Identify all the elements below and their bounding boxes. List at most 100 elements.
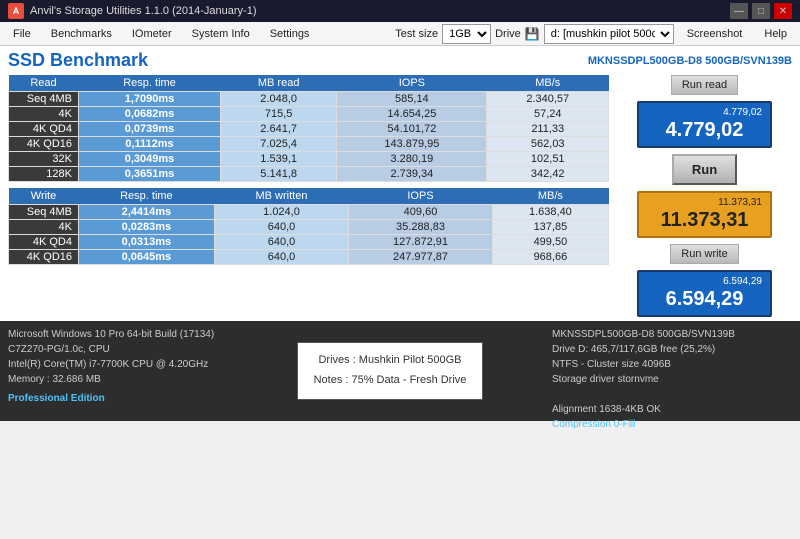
read-iops: 3.280,19 bbox=[337, 152, 487, 167]
write-table: Write Resp. time MB written IOPS MB/s Se… bbox=[8, 188, 609, 265]
run-read-button[interactable]: Run read bbox=[671, 75, 738, 95]
read-iops: 143.879,95 bbox=[337, 137, 487, 152]
write-row-label: 4K QD4 bbox=[9, 235, 79, 250]
menu-benchmarks[interactable]: Benchmarks bbox=[42, 25, 121, 43]
menu-iometer[interactable]: IOmeter bbox=[123, 25, 181, 43]
write-resp: 0,0313ms bbox=[79, 235, 215, 250]
read-score-box: 4.779,02 4.779,02 bbox=[637, 101, 772, 148]
run-button[interactable]: Run bbox=[672, 154, 737, 185]
write-iops: 247.977,87 bbox=[349, 250, 493, 265]
write-mb: 640,0 bbox=[214, 250, 348, 265]
write-iops: 127.872,91 bbox=[349, 235, 493, 250]
read-resp: 0,0739ms bbox=[79, 122, 221, 137]
read-iops: 2.739,34 bbox=[337, 167, 487, 182]
read-score-big: 4.779,02 bbox=[647, 118, 762, 142]
drive-icon: 💾 bbox=[525, 27, 540, 41]
read-iops-header: IOPS bbox=[337, 75, 487, 92]
read-mbs: 2.340,57 bbox=[487, 92, 609, 107]
status-drive-space: Drive D: 465,7/117,6GB free (25,2%) bbox=[552, 342, 792, 357]
status-cpu: Intel(R) Core(TM) i7-7700K CPU @ 4.20GHz bbox=[8, 357, 228, 372]
status-center: Drives : Mushkin Pilot 500GB Notes : 75%… bbox=[228, 327, 552, 415]
read-row-label: Seq 4MB bbox=[9, 92, 79, 107]
pro-edition-label: Professional Edition bbox=[8, 391, 228, 406]
menu-file[interactable]: File bbox=[4, 25, 40, 43]
minimize-button[interactable]: — bbox=[730, 3, 748, 19]
write-mbs-header: MB/s bbox=[492, 188, 608, 205]
read-resp: 0,3049ms bbox=[79, 152, 221, 167]
drives-line2: Notes : 75% Data - Fresh Drive bbox=[314, 371, 467, 391]
write-mb-header: MB written bbox=[214, 188, 348, 205]
menu-screenshot[interactable]: Screenshot bbox=[678, 25, 752, 43]
total-score-big: 11.373,31 bbox=[647, 208, 762, 232]
status-blank bbox=[552, 387, 792, 402]
write-iops-header: IOPS bbox=[349, 188, 493, 205]
write-col-header: Write bbox=[9, 188, 79, 205]
read-mbs: 342,42 bbox=[487, 167, 609, 182]
read-iops: 14.654,25 bbox=[337, 107, 487, 122]
total-score-box: 11.373,31 11.373,31 bbox=[637, 191, 772, 238]
read-resp: 0,1112ms bbox=[79, 137, 221, 152]
write-resp-header: Resp. time bbox=[79, 188, 215, 205]
read-row-label: 4K QD4 bbox=[9, 122, 79, 137]
title-text: Anvil's Storage Utilities 1.1.0 (2014-Ja… bbox=[30, 5, 730, 17]
read-mb-header: MB read bbox=[221, 75, 337, 92]
read-iops: 585,14 bbox=[337, 92, 487, 107]
write-row-label: 4K QD16 bbox=[9, 250, 79, 265]
read-table-row: 32K 0,3049ms 1.539,1 3.280,19 102,51 bbox=[9, 152, 609, 167]
menu-bar: File Benchmarks IOmeter System Info Sett… bbox=[0, 22, 800, 46]
status-bar: Microsoft Windows 10 Pro 64-bit Build (1… bbox=[0, 321, 800, 421]
read-mb: 5.141,8 bbox=[221, 167, 337, 182]
write-score-big: 6.594,29 bbox=[647, 287, 762, 311]
menu-help[interactable]: Help bbox=[755, 25, 796, 43]
status-filesystem: NTFS - Cluster size 4096B bbox=[552, 357, 792, 372]
write-mb: 1.024,0 bbox=[214, 205, 348, 220]
read-mbs: 57,24 bbox=[487, 107, 609, 122]
write-resp: 2,4414ms bbox=[79, 205, 215, 220]
read-table-row: 128K 0,3651ms 5.141,8 2.739,34 342,42 bbox=[9, 167, 609, 182]
write-mbs: 1.638,40 bbox=[492, 205, 608, 220]
status-left: Microsoft Windows 10 Pro 64-bit Build (1… bbox=[8, 327, 228, 415]
read-mb: 7.025,4 bbox=[221, 137, 337, 152]
status-drive-model: MKNSSDPL500GB-D8 500GB/SVN139B bbox=[552, 327, 792, 342]
title-bar: A Anvil's Storage Utilities 1.1.0 (2014-… bbox=[0, 0, 800, 22]
testsize-label: Test size bbox=[395, 28, 438, 40]
write-iops: 409,60 bbox=[349, 205, 493, 220]
app-icon: A bbox=[8, 3, 24, 19]
menu-settings[interactable]: Settings bbox=[261, 25, 319, 43]
read-resp: 0,3651ms bbox=[79, 167, 221, 182]
drive-select[interactable]: d: [mushkin pilot 500c bbox=[544, 24, 674, 44]
drive-label: Drive bbox=[495, 28, 521, 40]
write-mbs: 499,50 bbox=[492, 235, 608, 250]
write-resp: 0,0283ms bbox=[79, 220, 215, 235]
write-table-row: 4K QD4 0,0313ms 640,0 127.872,91 499,50 bbox=[9, 235, 609, 250]
write-mb: 640,0 bbox=[214, 235, 348, 250]
read-table-row: 4K QD16 0,1112ms 7.025,4 143.879,95 562,… bbox=[9, 137, 609, 152]
read-mbs-header: MB/s bbox=[487, 75, 609, 92]
status-driver: Storage driver stornvme bbox=[552, 372, 792, 387]
write-iops: 35.288,83 bbox=[349, 220, 493, 235]
read-mbs: 211,33 bbox=[487, 122, 609, 137]
maximize-button[interactable]: □ bbox=[752, 3, 770, 19]
read-mb: 715,5 bbox=[221, 107, 337, 122]
write-resp: 0,0645ms bbox=[79, 250, 215, 265]
table-section: Read Resp. time MB read IOPS MB/s Seq 4M… bbox=[8, 75, 609, 317]
run-write-button[interactable]: Run write bbox=[670, 244, 738, 264]
read-table-row: Seq 4MB 1,7090ms 2.048,0 585,14 2.340,57 bbox=[9, 92, 609, 107]
read-mb: 2.048,0 bbox=[221, 92, 337, 107]
read-score-small: 4.779,02 bbox=[647, 107, 762, 118]
status-right: MKNSSDPL500GB-D8 500GB/SVN139B Drive D: … bbox=[552, 327, 792, 415]
write-row-label: Seq 4MB bbox=[9, 205, 79, 220]
drives-line1: Drives : Mushkin Pilot 500GB bbox=[314, 351, 467, 371]
read-resp: 1,7090ms bbox=[79, 92, 221, 107]
testsize-select[interactable]: 1GB 4GB bbox=[442, 24, 491, 44]
benchmark-title: SSD Benchmark bbox=[8, 50, 148, 71]
total-score-small: 11.373,31 bbox=[647, 197, 762, 208]
read-table-row: 4K QD4 0,0739ms 2.641,7 54.101,72 211,33 bbox=[9, 122, 609, 137]
read-row-label: 4K QD16 bbox=[9, 137, 79, 152]
menu-sysinfo[interactable]: System Info bbox=[183, 25, 259, 43]
close-button[interactable]: ✕ bbox=[774, 3, 792, 19]
read-table: Read Resp. time MB read IOPS MB/s Seq 4M… bbox=[8, 75, 609, 182]
status-alignment: Alignment 1638-4KB OK bbox=[552, 402, 792, 417]
read-iops: 54.101,72 bbox=[337, 122, 487, 137]
read-row-label: 128K bbox=[9, 167, 79, 182]
